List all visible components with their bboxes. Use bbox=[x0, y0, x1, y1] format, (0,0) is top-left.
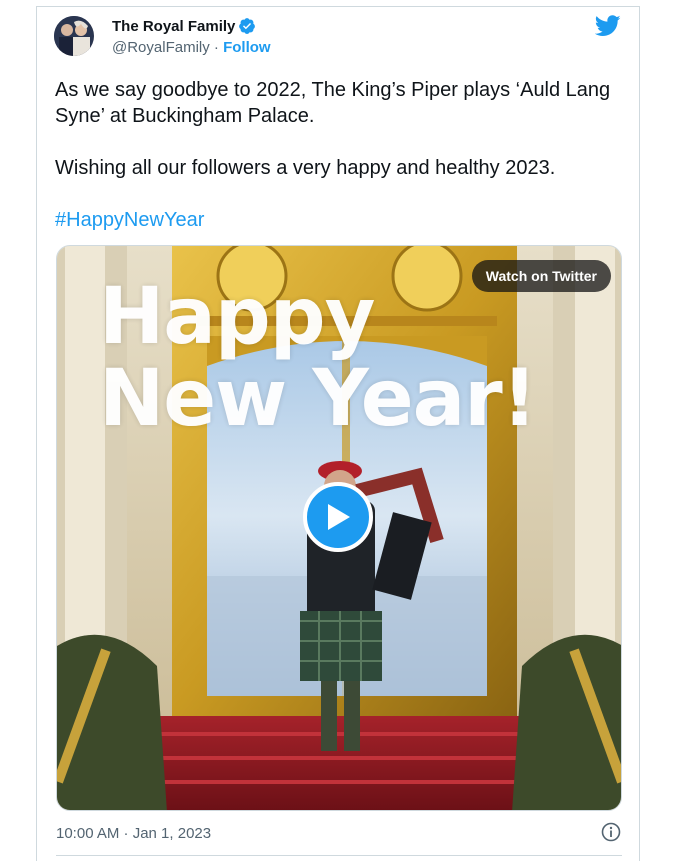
overlay-line-2: New Year! bbox=[99, 354, 537, 444]
tweet-text-line1: As we say goodbye to 2022, The King’s Pi… bbox=[55, 79, 611, 127]
hashtag-link[interactable]: #HappyNewYear bbox=[55, 207, 625, 233]
follow-link[interactable]: Follow bbox=[223, 39, 271, 56]
author-name[interactable]: The Royal Family bbox=[112, 17, 256, 35]
handle-row: @RoyalFamily · Follow bbox=[112, 39, 271, 56]
info-icon[interactable] bbox=[601, 822, 621, 842]
handle[interactable]: @RoyalFamily bbox=[112, 39, 210, 56]
video-player[interactable]: Happy New Year! Watch on Twitter bbox=[56, 245, 622, 811]
tweet-text-line2: Wishing all our followers a very happy a… bbox=[55, 157, 556, 179]
play-icon bbox=[328, 504, 350, 530]
avatar[interactable] bbox=[54, 16, 94, 56]
overlay-line-1: Happy bbox=[99, 272, 375, 362]
author-name-text[interactable]: The Royal Family bbox=[112, 18, 235, 35]
tweet-text: As we say goodbye to 2022, The King’s Pi… bbox=[55, 77, 625, 233]
video-overlay-text: Happy New Year! bbox=[99, 272, 537, 444]
timestamp[interactable]: 10:00 AM · Jan 1, 2023 bbox=[56, 825, 211, 842]
verified-badge-icon bbox=[238, 17, 256, 35]
twitter-bird-icon[interactable] bbox=[594, 15, 621, 37]
watch-on-twitter-button[interactable]: Watch on Twitter bbox=[471, 260, 611, 292]
play-button[interactable] bbox=[303, 482, 373, 552]
tweet-card: The Royal Family @RoyalFamily · Follow A… bbox=[36, 6, 640, 861]
divider bbox=[56, 855, 622, 856]
separator: · bbox=[213, 39, 219, 56]
